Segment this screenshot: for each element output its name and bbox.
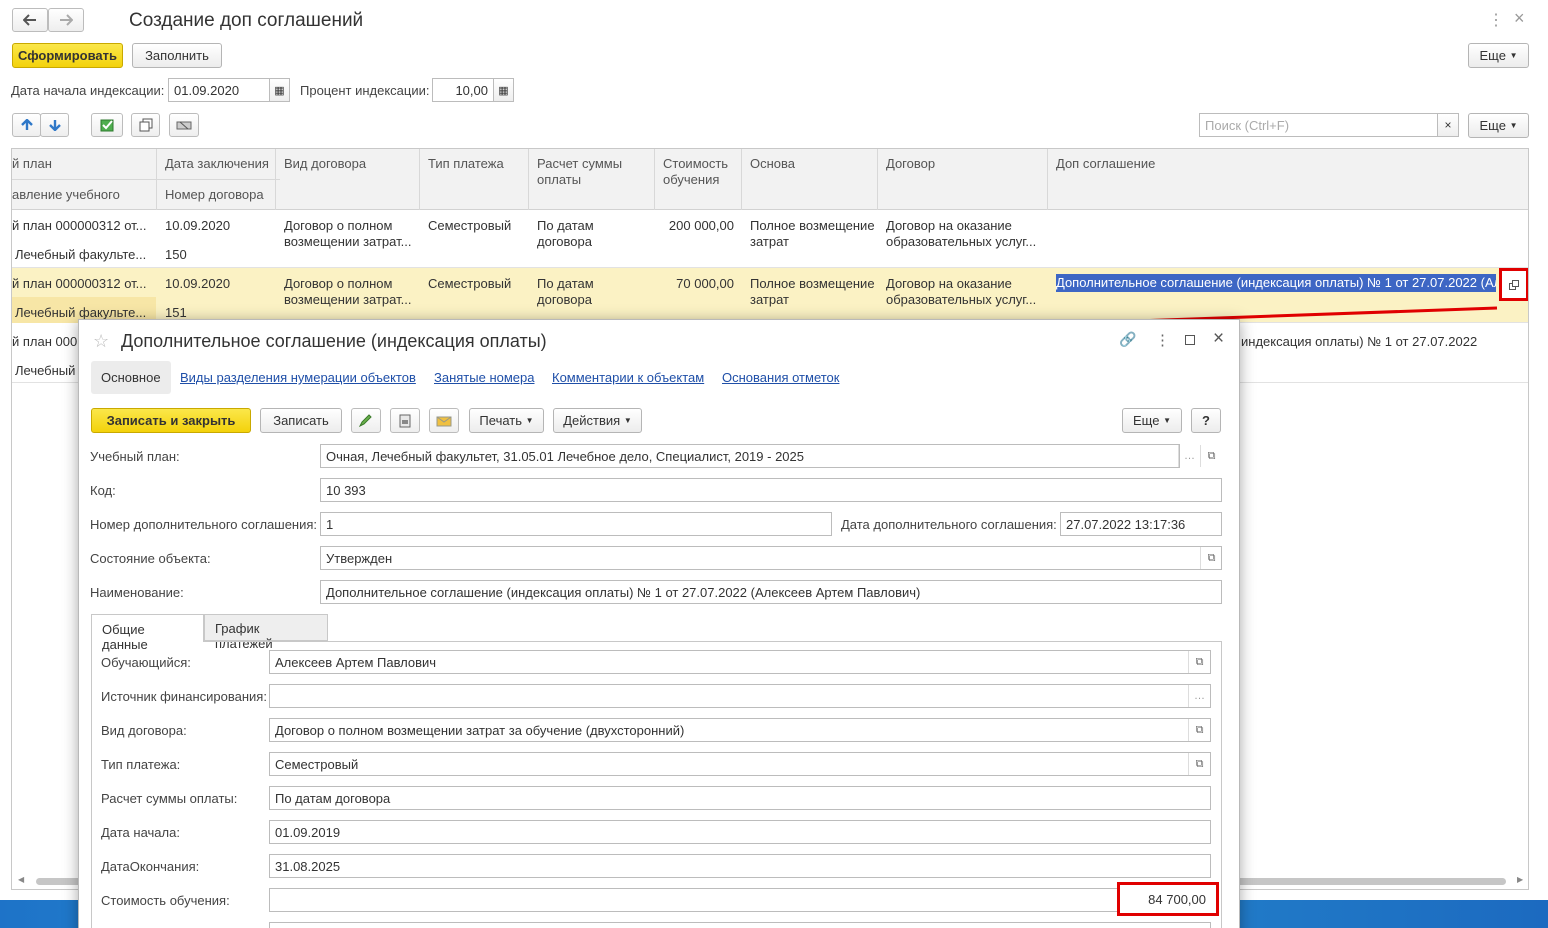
cost-value-highlight[interactable]: 84 700,00: [1117, 882, 1219, 916]
code-input[interactable]: 10 393: [320, 478, 1222, 502]
more-vert-icon[interactable]: ⋮: [1155, 331, 1170, 349]
calc-label: Расчет суммы оплаты:: [101, 791, 238, 806]
open-student-icon[interactable]: ⧉: [1188, 651, 1210, 673]
close-icon[interactable]: ×: [1213, 328, 1224, 350]
addendum-dialog: ☆ Дополнительное соглашение (индексация …: [78, 319, 1240, 928]
pencil-icon: [358, 413, 372, 427]
caret-icon: ▼: [525, 416, 534, 425]
state-label: Состояние объекта:: [90, 551, 211, 566]
name-label: Наименование:: [90, 585, 184, 600]
select-dots-icon[interactable]: …: [1188, 685, 1210, 707]
cost-label: Стоимость обучения:: [101, 893, 230, 908]
save-button[interactable]: Записать: [260, 408, 342, 433]
number-label: Номер дополнительного соглашения:: [90, 517, 318, 532]
star-icon[interactable]: ☆: [93, 331, 109, 352]
tab-mark-basis[interactable]: Основания отметок: [722, 370, 839, 385]
actions-menu-button[interactable]: Действия ▼: [553, 408, 642, 433]
ptype-input[interactable]: Семестровый: [269, 752, 1211, 776]
tab-main[interactable]: Основное: [91, 361, 171, 394]
dialog-title: Дополнительное соглашение (индексация оп…: [121, 331, 547, 351]
number-input[interactable]: 1: [320, 512, 832, 536]
link-icon[interactable]: 🔗: [1119, 331, 1136, 348]
dialog-more-label: Еще: [1133, 413, 1160, 428]
student-input[interactable]: Алексеев Артем Павлович: [269, 650, 1211, 674]
date-label: Дата дополнительного соглашения:: [841, 517, 1057, 532]
open-kind-icon[interactable]: ⧉: [1188, 719, 1210, 741]
state-input[interactable]: Утвержден: [320, 546, 1222, 570]
open-state-icon[interactable]: ⧉: [1200, 547, 1222, 569]
plan-label: Учебный план:: [90, 449, 180, 464]
kind-label: Вид договора:: [101, 723, 187, 738]
cost-value: 84 700,00: [1148, 891, 1206, 907]
tab-comments[interactable]: Комментарии к объектам: [552, 370, 704, 385]
print-label: Печать: [479, 413, 523, 428]
tab-schedule[interactable]: График платежей: [204, 614, 328, 651]
save-close-button[interactable]: Записать и закрыть: [91, 408, 251, 433]
maximize-icon[interactable]: [1185, 335, 1195, 345]
print-icon-button[interactable]: [390, 408, 420, 433]
actions-label: Действия: [563, 413, 621, 428]
open-plan-icon[interactable]: ⧉: [1200, 445, 1222, 467]
edit-button[interactable]: [351, 408, 381, 433]
print-menu-button[interactable]: Печать ▼: [469, 408, 544, 433]
end-input[interactable]: 31.08.2025: [269, 854, 1211, 878]
plan-input[interactable]: Очная, Лечебный факультет, 31.05.01 Лече…: [320, 444, 1180, 468]
mail-button[interactable]: [429, 408, 459, 433]
tab-busy-numbers[interactable]: Занятые номера: [434, 370, 534, 385]
tab-general[interactable]: Общие данные: [91, 614, 204, 652]
student-label: Обучающийся:: [101, 655, 191, 670]
envelope-icon: [436, 416, 452, 426]
calc-input[interactable]: По датам договора: [269, 786, 1211, 810]
document-icon: [399, 414, 411, 427]
next-field-input[interactable]: [269, 922, 1211, 928]
select-dots-icon[interactable]: …: [1178, 445, 1200, 467]
ptype-label: Тип платежа:: [101, 757, 181, 772]
help-button[interactable]: ?: [1191, 408, 1221, 433]
tab-numbering-types[interactable]: Виды разделения нумерации объектов: [180, 370, 416, 385]
source-input[interactable]: [269, 684, 1211, 708]
code-label: Код:: [90, 483, 116, 498]
dialog-more-button[interactable]: Еще ▼: [1122, 408, 1182, 433]
end-label: ДатаОкончания:: [101, 859, 200, 874]
source-label: Источник финансирования:: [101, 689, 267, 704]
open-ptype-icon[interactable]: ⧉: [1188, 753, 1210, 775]
caret-icon: ▼: [623, 416, 632, 425]
start-input[interactable]: 01.09.2019: [269, 820, 1211, 844]
kind-input[interactable]: Договор о полном возмещении затрат за об…: [269, 718, 1211, 742]
caret-icon: ▼: [1163, 416, 1171, 425]
cost-input[interactable]: [269, 888, 1211, 912]
start-label: Дата начала:: [101, 825, 180, 840]
name-input[interactable]: Дополнительное соглашение (индексация оп…: [320, 580, 1222, 604]
date-input[interactable]: 27.07.2022 13:17:36: [1060, 512, 1222, 536]
